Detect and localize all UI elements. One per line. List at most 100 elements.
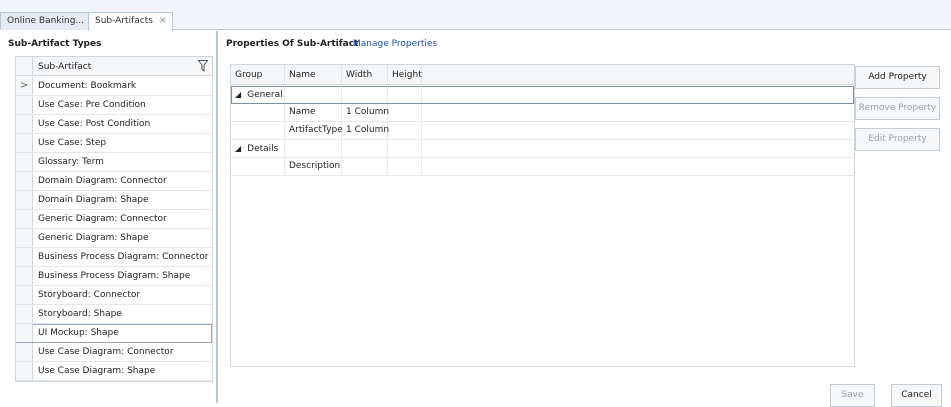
empty-cell [285,86,342,103]
list-item[interactable]: Use Case Diagram: Connector [16,343,212,362]
list-item-label: Use Case Diagram: Shape [38,366,156,376]
table-row[interactable]: Description [231,158,854,176]
list-item[interactable]: Use Case: Pre Condition [16,96,212,115]
property-name: ArtifactType [285,122,343,139]
group-cell: ◢ General [231,86,285,103]
list-item[interactable]: Generic Diagram: Shape [16,229,212,248]
row-selector[interactable] [16,153,33,171]
group-name: Details [247,144,279,154]
list-item[interactable]: Storyboard: Connector [16,286,212,305]
list-item[interactable]: Glossary: Term [16,153,212,172]
row-selector[interactable] [16,343,33,361]
list-item-label: Use Case Diagram: Connector [38,347,174,357]
tab-label: Sub-Artifacts [95,16,153,26]
empty-cell [342,140,388,157]
group-cell: ◢ Details [231,140,285,157]
row-selector[interactable] [16,134,33,152]
group-name: General [247,90,283,100]
column-header-group[interactable]: Group [231,65,285,85]
list-item[interactable]: UI Mockup: Shape [16,324,212,343]
sub-artifact-types-panel: Sub-Artifact Types Sub-Artifact > Documen… [0,31,215,403]
list-item-label: Business Process Diagram: Shape [38,271,191,281]
list-item[interactable]: > Document: Bookmark [16,77,212,96]
list-item-label: Business Process Diagram: Connector [38,252,209,262]
list-item[interactable]: Domain Diagram: Connector [16,172,212,191]
row-selector[interactable] [16,115,33,133]
list-item[interactable]: Use Case: Post Condition [16,115,212,134]
manage-properties-link[interactable]: Manage Properties [353,39,437,49]
row-selector[interactable] [16,267,33,285]
list-item-label: Generic Diagram: Shape [38,233,149,243]
row-selector[interactable] [16,210,33,228]
list-item[interactable]: Business Process Diagram: Connector [16,248,212,267]
list-item-label: Domain Diagram: Connector [38,176,167,186]
row-selector[interactable] [16,305,33,323]
tab-sub-artifacts[interactable]: Sub-Artifacts × [88,12,174,31]
row-selector[interactable] [16,362,33,380]
group-row-details[interactable]: ◢ Details [231,140,854,158]
column-header-width[interactable]: Width [342,65,388,85]
sub-artifact-grid: Sub-Artifact > Document: Bookmark Use Case… [15,56,213,382]
close-icon[interactable]: × [159,16,167,26]
grid-header: Sub-Artifact [16,57,212,76]
document-tab-bar: Online Banking... Sub-Artifacts × [0,0,951,31]
list-item-label: Use Case: Pre Condition [38,100,146,110]
list-item-label: Generic Diagram: Connector [38,214,167,224]
list-item[interactable]: Generic Diagram: Connector [16,210,212,229]
row-selector-header [16,57,33,76]
property-width: 1 Column [342,122,389,139]
property-width [342,158,388,175]
empty-cell [231,104,285,121]
empty-cell [388,140,422,157]
empty-cell [388,86,422,103]
property-name: Description [285,158,342,175]
list-item[interactable]: Domain Diagram: Shape [16,191,212,210]
tab-online-banking[interactable]: Online Banking... [0,12,91,30]
property-height [388,158,422,175]
row-selector[interactable] [16,172,33,190]
save-button[interactable]: Save [830,384,875,407]
column-header-height[interactable]: Height [388,65,422,85]
row-selector[interactable] [16,191,33,209]
panel-title: Sub-Artifact Types [8,39,102,49]
group-row-general[interactable]: ◢ General [231,86,854,104]
filter-icon[interactable] [198,60,208,72]
empty-cell [231,158,285,175]
list-item-label: Use Case: Step [38,138,107,148]
row-selector[interactable] [16,248,33,266]
table-row[interactable]: ArtifactType 1 Column [231,122,854,140]
table-row[interactable]: Name 1 Column [231,104,854,122]
row-selector[interactable] [16,324,33,342]
panel-splitter[interactable] [216,31,218,403]
column-header-sub-artifact[interactable]: Sub-Artifact [38,62,91,72]
add-property-button[interactable]: Add Property [855,66,940,89]
list-item[interactable]: Business Process Diagram: Shape [16,267,212,286]
edit-property-button[interactable]: Edit Property [855,128,940,151]
empty-cell [342,86,388,103]
row-selector[interactable] [16,286,33,304]
list-item-label: Use Case: Post Condition [38,119,151,129]
list-item[interactable]: Use Case: Step [16,134,212,153]
tab-label: Online Banking... [7,16,84,26]
property-height [388,122,422,139]
remove-property-button[interactable]: Remove Property [855,97,940,120]
property-width: 1 Column [342,104,389,121]
column-header-name[interactable]: Name [285,65,342,85]
list-item[interactable]: Use Case Diagram: Shape [16,362,212,381]
properties-panel: Properties Of Sub-Artifact Manage Proper… [219,31,951,407]
grid-rows: > Document: Bookmark Use Case: Pre Conditi… [16,77,212,381]
collapse-icon[interactable]: ◢ [235,144,241,153]
empty-cell [231,122,285,139]
list-item-label: Glossary: Term [38,157,104,167]
row-selector[interactable] [16,229,33,247]
properties-grid: Group Name Width Height ◢ General Name 1 Co… [230,64,855,367]
empty-cell [285,140,342,157]
row-selector[interactable] [16,96,33,114]
collapse-icon[interactable]: ◢ [235,90,241,99]
cancel-button[interactable]: Cancel [891,384,942,407]
properties-title: Properties Of Sub-Artifact [226,39,359,49]
list-item[interactable]: Storyboard: Shape [16,305,212,324]
current-row-indicator-icon[interactable]: > [16,77,33,95]
list-item-label: Document: Bookmark [38,81,137,91]
list-item-label: Storyboard: Shape [38,309,122,319]
